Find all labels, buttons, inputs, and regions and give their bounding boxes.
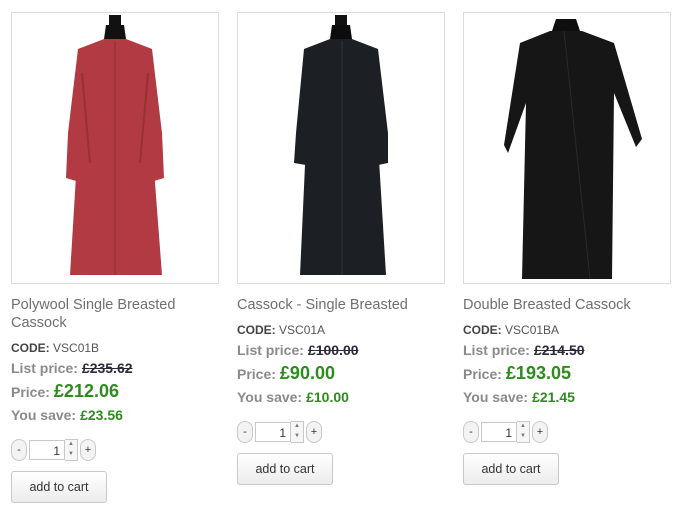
list-price: List price: £214.50 bbox=[463, 342, 585, 358]
product-card: Polywool Single Breasted Cassock CODE: V… bbox=[11, 12, 221, 503]
you-save: You save: £21.45 bbox=[463, 389, 575, 405]
quantity-input[interactable]: 1 bbox=[481, 422, 517, 442]
list-price: List price: £235.62 bbox=[11, 360, 133, 376]
add-to-cart-button[interactable]: add to cart bbox=[463, 453, 559, 485]
increase-button[interactable]: + bbox=[80, 439, 96, 461]
quantity-stepper: - 1 ▲ ▼ + bbox=[11, 439, 221, 461]
product-image[interactable] bbox=[11, 12, 219, 284]
cassock-image bbox=[66, 15, 164, 275]
quantity-spinner[interactable]: ▲ ▼ bbox=[291, 421, 304, 443]
increase-button[interactable]: + bbox=[532, 421, 548, 443]
product-title[interactable]: Cassock - Single Breasted bbox=[237, 296, 447, 314]
product-title[interactable]: Polywool Single Breasted Cassock bbox=[11, 296, 221, 332]
add-to-cart-button[interactable]: add to cart bbox=[237, 453, 333, 485]
product-title[interactable]: Double Breasted Cassock bbox=[463, 296, 673, 314]
price: Price: £212.06 bbox=[11, 381, 119, 401]
decrease-button[interactable]: - bbox=[11, 439, 27, 461]
chevron-down-icon[interactable]: ▼ bbox=[517, 432, 529, 442]
product-code: CODE: VSC01A bbox=[237, 323, 326, 337]
price: Price: £193.05 bbox=[463, 363, 571, 383]
quantity-stepper: - 1 ▲ ▼ + bbox=[237, 421, 447, 443]
price: Price: £90.00 bbox=[237, 363, 335, 383]
decrease-button[interactable]: - bbox=[237, 421, 253, 443]
product-card: Cassock - Single Breasted CODE: VSC01A L… bbox=[237, 12, 447, 485]
cassock-image bbox=[504, 19, 642, 280]
quantity-spinner[interactable]: ▲ ▼ bbox=[65, 439, 78, 461]
product-code: CODE: VSC01B bbox=[11, 341, 100, 355]
cassock-image bbox=[294, 15, 388, 275]
quantity-input[interactable]: 1 bbox=[29, 440, 65, 460]
quantity-input[interactable]: 1 bbox=[255, 422, 291, 442]
product-image[interactable] bbox=[463, 12, 671, 284]
chevron-up-icon[interactable]: ▲ bbox=[517, 422, 529, 432]
you-save: You save: £23.56 bbox=[11, 407, 123, 423]
you-save: You save: £10.00 bbox=[237, 389, 349, 405]
product-code: CODE: VSC01BA bbox=[463, 323, 560, 337]
list-price: List price: £100.00 bbox=[237, 342, 359, 358]
product-card: Double Breasted Cassock CODE: VSC01BA Li… bbox=[463, 12, 673, 485]
product-image[interactable] bbox=[237, 12, 445, 284]
increase-button[interactable]: + bbox=[306, 421, 322, 443]
decrease-button[interactable]: - bbox=[463, 421, 479, 443]
chevron-down-icon[interactable]: ▼ bbox=[65, 450, 77, 460]
quantity-stepper: - 1 ▲ ▼ + bbox=[463, 421, 673, 443]
chevron-up-icon[interactable]: ▲ bbox=[291, 422, 303, 432]
add-to-cart-button[interactable]: add to cart bbox=[11, 471, 107, 503]
chevron-up-icon[interactable]: ▲ bbox=[65, 440, 77, 450]
chevron-down-icon[interactable]: ▼ bbox=[291, 432, 303, 442]
quantity-spinner[interactable]: ▲ ▼ bbox=[517, 421, 530, 443]
